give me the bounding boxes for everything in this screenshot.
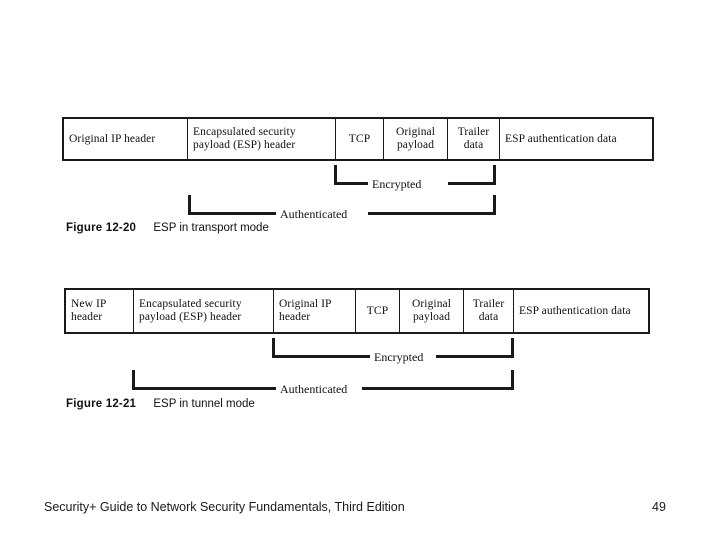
figure-caption-12-21: Figure 12-21 ESP in tunnel mode <box>66 398 255 410</box>
bracket-line-left <box>272 355 372 358</box>
packet-row-transport: Original IP header Encapsulated security… <box>62 117 654 161</box>
packet-cell-label: Original payload <box>395 126 436 151</box>
figure-title: ESP in transport mode <box>153 222 269 234</box>
bracket-label: Authenticated <box>276 382 354 396</box>
bracket-label: Encrypted <box>370 350 428 364</box>
packet-cell-label: Trailer data <box>457 126 490 151</box>
packet-cell-esp-header: Encapsulated security payload (ESP) head… <box>188 119 336 159</box>
bracket-line-left <box>132 387 278 390</box>
packet-cell-esp-auth-data: ESP authentication data <box>514 290 648 332</box>
footer-source-text: Security+ Guide to Network Security Fund… <box>44 500 405 514</box>
packet-cell-new-ip-header: New IP header <box>66 290 134 332</box>
diagram-esp-tunnel-mode: New IP header Encapsulated security payl… <box>64 288 650 396</box>
figure-title: ESP in tunnel mode <box>153 398 255 410</box>
footer-page-number: 49 <box>652 500 666 514</box>
packet-cell-label: Original payload <box>411 298 452 323</box>
packet-cell-label: Encapsulated security payload (ESP) head… <box>139 298 242 323</box>
bracket-authenticated-tunnel: Authenticated <box>132 370 514 396</box>
packet-cell-trailer-data: Trailer data <box>464 290 514 332</box>
packet-cell-label: Original IP header <box>279 298 332 323</box>
bracket-encrypted-transport: Encrypted <box>334 165 496 191</box>
packet-cell-label: New IP header <box>71 298 106 323</box>
slide-canvas: Original IP header Encapsulated security… <box>0 0 720 540</box>
packet-cell-original-ip-header: Original IP header <box>274 290 356 332</box>
packet-cell-label: Encapsulated security payload (ESP) head… <box>193 126 296 151</box>
packet-cell-label: Trailer data <box>472 298 505 323</box>
packet-cell-trailer-data: Trailer data <box>448 119 500 159</box>
bracket-label: Authenticated <box>276 207 354 221</box>
packet-cell-tcp: TCP <box>336 119 384 159</box>
packet-cell-original-ip-header: Original IP header <box>64 119 188 159</box>
bracket-encrypted-tunnel: Encrypted <box>272 338 514 364</box>
bracket-label: Encrypted <box>368 177 426 191</box>
packet-cell-label: ESP authentication data <box>519 304 631 317</box>
packet-cell-label: ESP authentication data <box>505 132 617 145</box>
bracket-line-left <box>188 212 278 215</box>
packet-cell-tcp: TCP <box>356 290 400 332</box>
bracket-line-right <box>368 212 496 215</box>
bracket-authenticated-transport: Authenticated <box>188 195 496 221</box>
figure-number: Figure 12-21 <box>66 398 137 410</box>
packet-cell-original-payload: Original payload <box>400 290 464 332</box>
packet-cell-original-payload: Original payload <box>384 119 448 159</box>
packet-row-tunnel: New IP header Encapsulated security payl… <box>64 288 650 334</box>
bracket-line-right <box>436 355 514 358</box>
diagram-esp-transport-mode: Original IP header Encapsulated security… <box>62 117 654 221</box>
packet-cell-label: TCP <box>366 304 389 317</box>
figure-number: Figure 12-20 <box>66 222 137 234</box>
bracket-line-right <box>362 387 514 390</box>
packet-cell-esp-header: Encapsulated security payload (ESP) head… <box>134 290 274 332</box>
packet-cell-label: TCP <box>348 132 371 145</box>
packet-cell-label: Original IP header <box>69 132 156 145</box>
figure-caption-12-20: Figure 12-20 ESP in transport mode <box>66 222 269 234</box>
bracket-line-right <box>448 182 496 185</box>
packet-cell-esp-auth-data: ESP authentication data <box>500 119 652 159</box>
bracket-line-left <box>334 182 368 185</box>
